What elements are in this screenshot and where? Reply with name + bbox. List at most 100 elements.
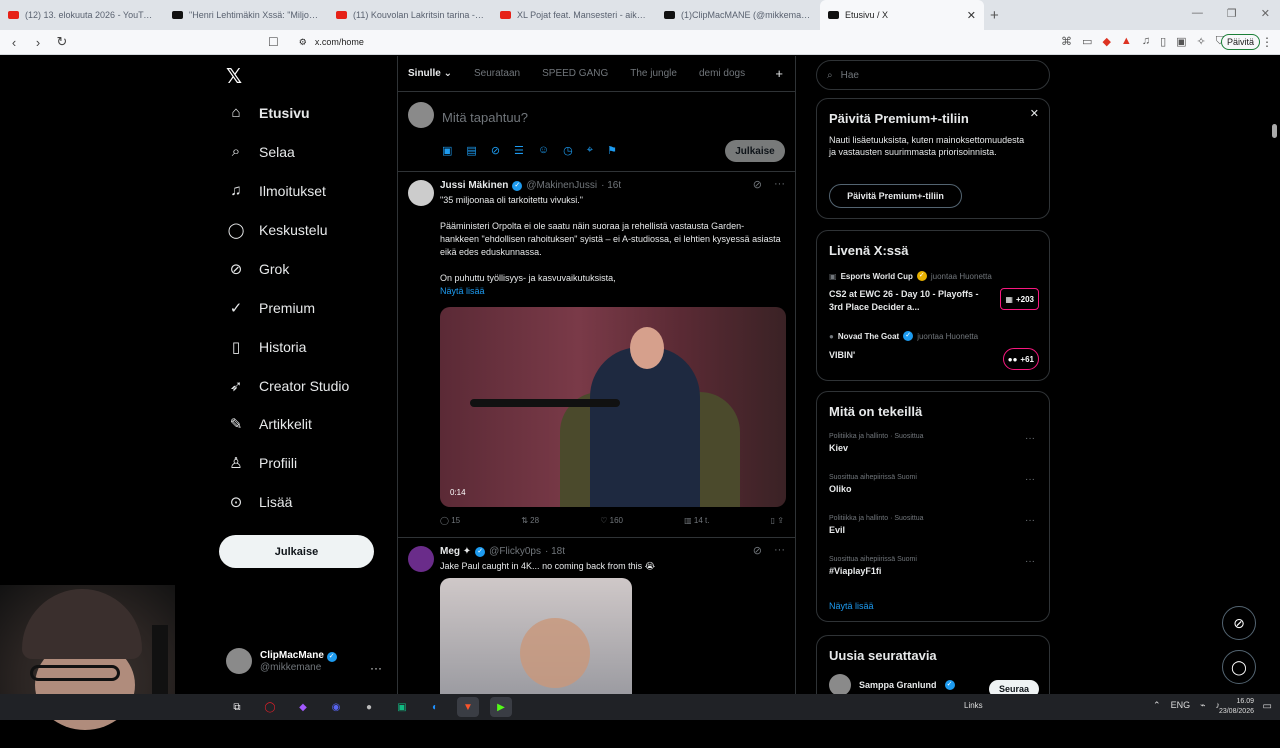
music-icon[interactable]: ♫ [1142,35,1150,48]
edge-icon[interactable]: ◐ [424,697,446,717]
tab-demi-dogs[interactable]: demi dogs [699,68,745,79]
live-listeners-badge[interactable]: ▦ +203 [1000,288,1039,310]
opera-icon[interactable]: ◯ [259,697,281,717]
compose-post-button[interactable]: Julkaise [725,140,785,162]
brave-icon[interactable]: ▼ [457,697,479,717]
forward-icon[interactable]: › [28,35,48,50]
account-switcher[interactable]: ClipMacMane ✓ @mikkemane [226,648,386,674]
schedule-icon[interactable]: ◷ [563,144,573,157]
minimize-icon[interactable]: — [1192,7,1203,20]
nav-profile[interactable]: ♙ Profiili [227,454,297,472]
live-item-title[interactable]: CS2 at EWC 26 - Day 10 - Playoffs - 3rd … [829,288,979,314]
account-menu-icon[interactable]: ··· [370,661,382,675]
add-tab-icon[interactable]: + [775,66,783,81]
show-more-trends-link[interactable]: Näytä lisää [829,601,874,611]
more-icon[interactable]: ··· [1025,515,1035,526]
follow-suggestion[interactable]: Samppa Granlund ✓ [829,674,955,696]
nav-articles[interactable]: ✎ Artikkelit [227,415,312,433]
reload-icon[interactable]: ↻ [52,34,72,50]
nav-more[interactable]: ⊙ Lisää [227,493,293,511]
poll-icon[interactable]: ☰ [514,144,524,157]
figma-icon[interactable]: ◆ [292,697,314,717]
cast-icon[interactable]: ▭ [1082,35,1092,48]
task-view-icon[interactable]: ⧉ [226,697,248,717]
tab-speed-gang[interactable]: SPEED GANG [542,68,608,79]
more-icon[interactable]: ··· [1025,474,1035,485]
tab-for-you[interactable]: Sinulle ⌄ [408,68,452,79]
trend-item[interactable]: Politiikka ja hallinto · Suosittua Kiev ··… [829,433,1039,453]
scrollbar-thumb[interactable] [1272,124,1277,138]
close-window-icon[interactable]: ✕ [1261,7,1270,20]
nav-explore[interactable]: ⌕ Selaa [227,143,295,160]
discord-icon[interactable]: ◉ [325,697,347,717]
update-button[interactable]: Päivitä [1220,34,1260,50]
post-button[interactable]: Julkaise [219,535,374,568]
nav-premium[interactable]: ✓ Premium [227,299,315,317]
back-icon[interactable]: ‹ [4,35,24,50]
tweet[interactable]: Meg ✦ ✓ @Flicky0ps · 18t ⊘ ··· Jake Paul … [398,538,795,694]
tweet-video[interactable] [440,578,632,694]
messages-fab-icon[interactable]: ◯ [1222,650,1256,684]
flag-icon[interactable]: ⚑ [607,144,617,157]
nav-creator-studio[interactable]: ➶ Creator Studio [227,377,350,395]
location-icon[interactable]: ⌖ [587,144,593,157]
browser-tab[interactable]: XL Pojat feat. Mansesteri - aika Pakkas [492,0,656,30]
tray-chevron-icon[interactable]: ⌃ [1153,700,1161,711]
more-icon[interactable]: ··· [774,178,785,191]
taskbar-clock[interactable]: 16.09 23/08/2026 [1219,697,1254,717]
trend-item[interactable]: Suosittua aihepiirissä Suomi Oliko ··· [829,474,1039,494]
retweet-button[interactable]: ⇅ 28 [521,516,539,525]
nav-messages[interactable]: ◯ Keskustelu [227,221,328,239]
grok-icon[interactable]: ⊘ [753,178,762,191]
translate-icon[interactable]: ⌘ [1061,35,1072,48]
steam-icon[interactable]: ● [358,697,380,717]
more-icon[interactable]: ··· [1025,556,1035,567]
tweet[interactable]: Jussi Mäkinen ✓ @MakinenJussi · 16t ⊘ ···… [398,172,795,538]
address-bar[interactable]: ⚙ x.com/home [299,37,364,48]
trend-item[interactable]: Politiikka ja hallinto · Suosittua Evil ··… [829,515,1039,535]
grok-icon[interactable]: ⊘ [491,144,500,157]
premium-upgrade-button[interactable]: Päivitä Premium+-tiliin [829,184,962,208]
trend-item[interactable]: Suosittua aihepiirissä Suomi #ViaplayF1fi… [829,556,1039,576]
browser-tab[interactable]: (11) Kouvolan Lakritsin tarina - Tämä [328,0,492,30]
more-icon[interactable]: ··· [1025,433,1035,444]
kick-icon[interactable]: ▶ [490,697,512,717]
views-button[interactable]: ▥ 14 t. [684,516,709,525]
browser-menu-icon[interactable]: ⋮ [1261,35,1273,49]
nav-notifications[interactable]: ♫ Ilmoitukset [227,182,326,199]
tab-following[interactable]: Seurataan [474,68,520,79]
reply-button[interactable]: ◯ 15 [440,516,460,525]
gif-icon[interactable]: ▤ [466,144,476,157]
image-icon[interactable]: ▣ [442,144,452,157]
avatar[interactable] [408,180,434,206]
page-scrollbar[interactable] [1270,114,1278,748]
share-icon[interactable]: ⇪ [777,516,784,525]
maximize-icon[interactable]: ❐ [1227,7,1237,20]
wallet-icon[interactable]: ▣ [1176,35,1186,48]
browser-tab-active[interactable]: Etusivu / X ✕ [820,0,984,30]
browser-tab[interactable]: (1)ClipMacMANE (@mikkemane) | T [656,0,820,30]
nav-home[interactable]: ⌂ Etusivu [227,104,309,121]
language-indicator[interactable]: ENG [1171,700,1191,711]
close-tab-icon[interactable]: ✕ [967,9,976,22]
app-icon[interactable]: ▣ [391,697,413,717]
nav-grok[interactable]: ⊘ Grok [227,260,290,278]
notification-icon[interactable]: ▭ [1263,701,1272,712]
tweet-video[interactable]: 0:14 [440,307,786,507]
grok-fab-icon[interactable]: ⊘ [1222,606,1256,640]
tab-the-jungle[interactable]: The jungle [630,68,677,79]
network-icon[interactable]: ⌁ [1200,700,1205,711]
avatar[interactable] [408,546,434,572]
show-more-link[interactable]: Näytä lisää [440,286,485,296]
like-button[interactable]: ♡ 160 [600,516,623,525]
puzzle-icon[interactable]: ✧ [1197,35,1206,48]
close-icon[interactable]: ✕ [1030,107,1039,120]
new-tab-button[interactable]: + [990,7,999,24]
grok-icon[interactable]: ⊘ [753,544,762,557]
live-item-title[interactable]: VIBIN' [829,349,979,362]
x-logo-icon[interactable]: 𝕏 [226,64,242,89]
brave-shield-icon[interactable]: ◆ [1102,35,1110,48]
brave-rewards-icon[interactable]: ▲ [1121,35,1132,48]
more-icon[interactable]: ··· [774,544,785,557]
bookmark-icon[interactable]: ▯ [771,516,775,525]
